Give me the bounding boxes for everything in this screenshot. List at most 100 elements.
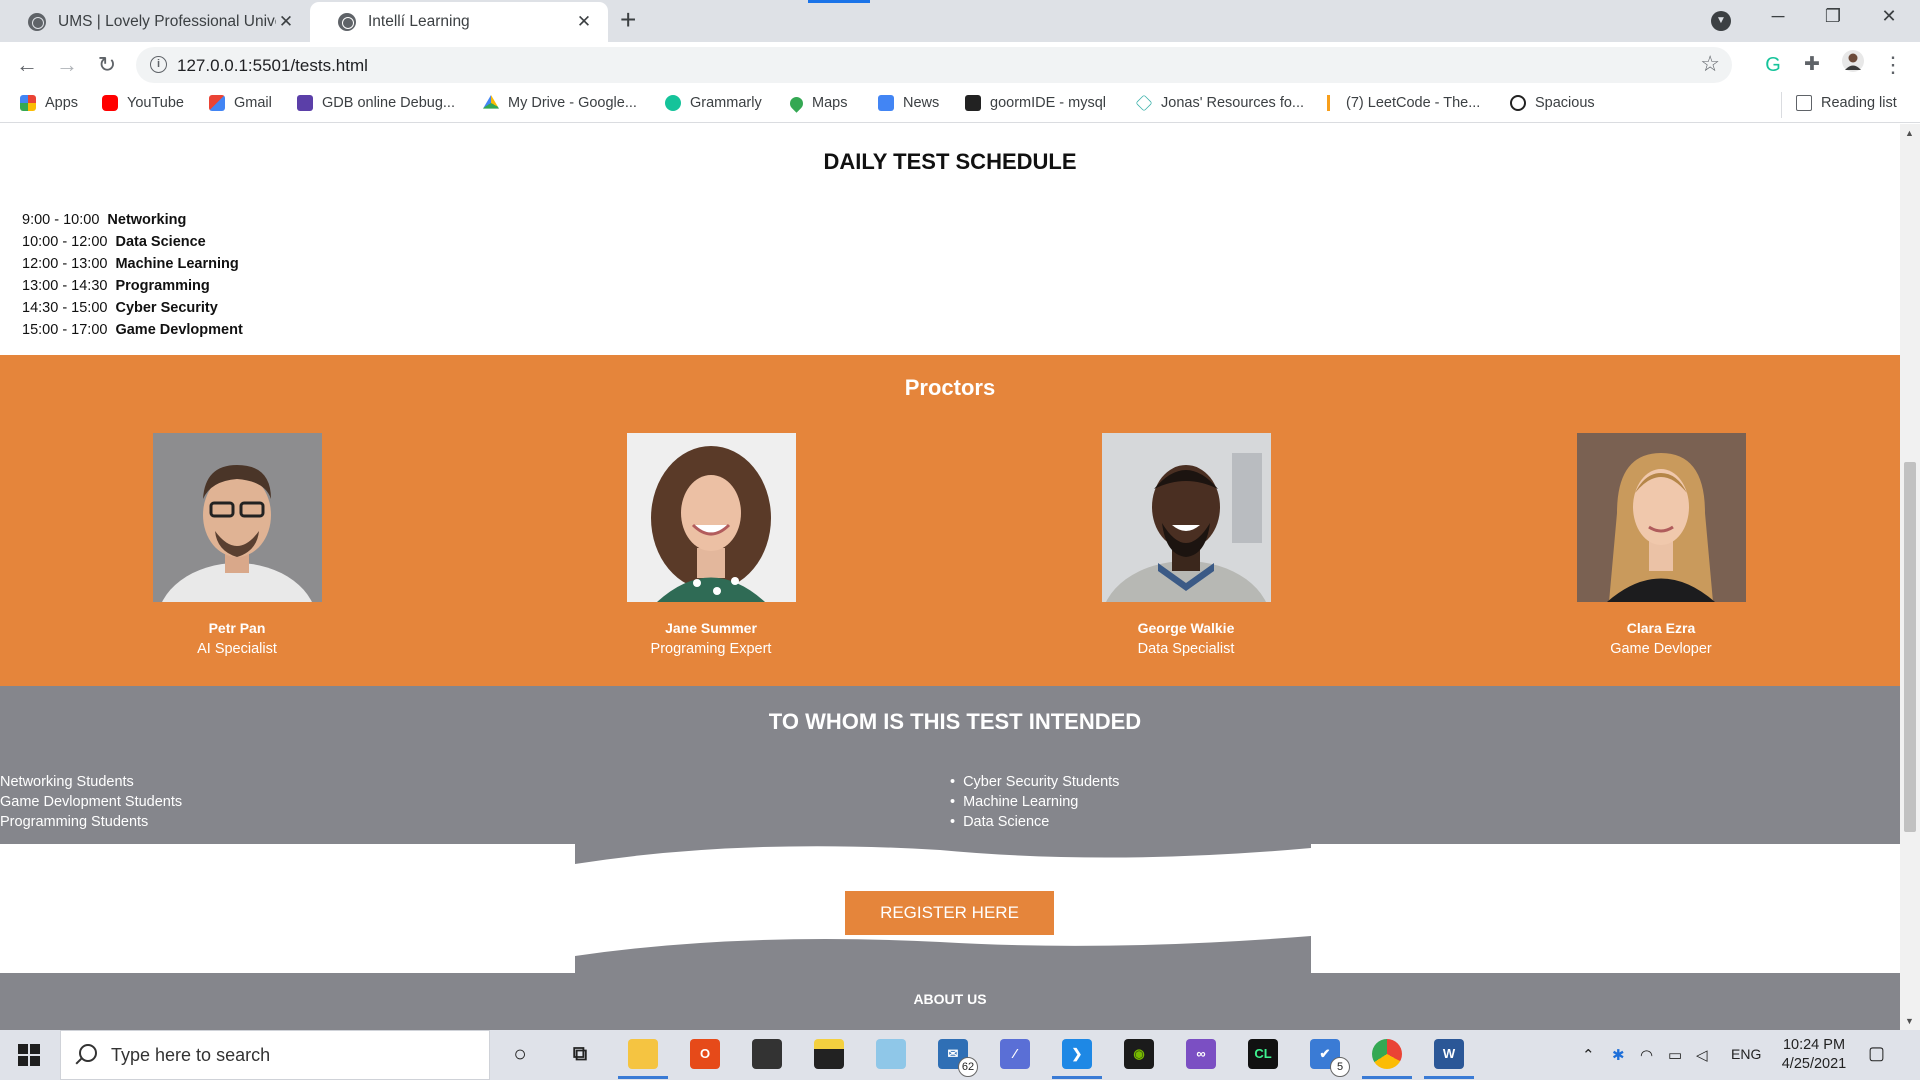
list-item: Networking Students xyxy=(0,774,134,790)
store-bag-icon[interactable] xyxy=(752,1039,782,1069)
clock-time: 10:24 PM xyxy=(1782,1037,1846,1053)
chrome-menu-icon[interactable]: ⋮ xyxy=(1878,50,1908,80)
proctor-card: Petr Pan AI Specialist xyxy=(137,433,337,657)
audience-section: TO WHOM IS THIS TEST INTENDED Networking… xyxy=(0,686,1900,844)
extensions-puzzle-icon[interactable]: ✚ xyxy=(1797,50,1827,80)
maximize-button[interactable]: ❐ xyxy=(1810,6,1856,27)
language-indicator[interactable]: ENG xyxy=(1731,1046,1761,1062)
proctor-name: George Walkie xyxy=(1137,620,1235,636)
vscode-icon[interactable]: ❯ xyxy=(1062,1039,1092,1069)
bookmark-leetcode[interactable]: (7) LeetCode - The... xyxy=(1327,95,1480,111)
volume-icon[interactable]: ◁ xyxy=(1696,1046,1708,1064)
proctor-role: Data Specialist xyxy=(1137,641,1235,657)
bookmark-my-drive[interactable]: My Drive - Google... xyxy=(483,95,637,111)
schedule-row: 10:00 - 12:00 Data Science xyxy=(22,234,206,250)
windows-start-icon[interactable] xyxy=(18,1044,40,1066)
globe-icon xyxy=(338,13,356,31)
bluetooth-icon[interactable]: ✱ xyxy=(1612,1046,1625,1064)
bookmark-gdb[interactable]: GDB online Debug... xyxy=(297,95,455,111)
schedule-row: 15:00 - 17:00 Game Devlopment xyxy=(22,322,243,338)
active-app-indicator xyxy=(618,1076,668,1079)
list-item: Game Devlopment Students xyxy=(0,794,183,810)
tab-intelli-learning[interactable]: Intellí Learning ✕ xyxy=(310,2,608,42)
tab-loading-indicator xyxy=(808,0,870,3)
scroll-down-arrow-icon[interactable]: ▼ xyxy=(1905,1016,1914,1026)
back-arrow-icon[interactable]: ← xyxy=(12,50,42,80)
goorm-icon xyxy=(965,95,981,111)
bookmark-jonas-resources[interactable]: Jonas' Resources fo... xyxy=(1135,94,1304,112)
globe-icon xyxy=(28,13,46,31)
system-clock[interactable]: 10:24 PM 4/25/2021 xyxy=(1774,1036,1854,1074)
clion-icon[interactable]: CL xyxy=(1248,1039,1278,1069)
proctor-photo xyxy=(1101,433,1271,602)
active-app-indicator xyxy=(1362,1076,1412,1079)
about-footer: ABOUT US xyxy=(0,973,1900,1030)
mail-badge: 62 xyxy=(958,1057,978,1077)
bookmark-gmail[interactable]: Gmail xyxy=(209,95,272,111)
schedule-row: 12:00 - 13:00 Machine Learning xyxy=(22,256,239,272)
battery-icon[interactable]: ▭ xyxy=(1668,1046,1682,1064)
register-section: REGISTER HERE xyxy=(0,844,1900,973)
grammarly-extension-icon[interactable]: G xyxy=(1758,50,1788,80)
proctor-card: Jane Summer Programing Expert xyxy=(611,433,811,657)
schedule-row: 9:00 - 10:00 Networking xyxy=(22,212,187,228)
tab-close-icon[interactable]: ✕ xyxy=(574,12,594,32)
file-explorer-icon[interactable] xyxy=(628,1039,658,1069)
address-bar[interactable]: i 127.0.0.1:5501/tests.html ☆ xyxy=(136,47,1732,83)
forward-arrow-icon[interactable]: → xyxy=(52,50,82,80)
proctor-name: Jane Summer xyxy=(665,620,757,636)
tab-title: Intellí Learning xyxy=(368,13,470,30)
list-item: Programming Students xyxy=(0,814,149,830)
paper-app-icon[interactable] xyxy=(876,1039,906,1069)
url-text[interactable]: 127.0.0.1:5501/tests.html xyxy=(177,56,368,76)
bookmark-apps[interactable]: Apps xyxy=(20,95,78,111)
site-info-icon[interactable]: i xyxy=(150,56,167,73)
scroll-up-arrow-icon[interactable]: ▲ xyxy=(1905,128,1914,138)
sticky-notes-icon[interactable] xyxy=(814,1039,844,1069)
reload-icon[interactable]: ↻ xyxy=(92,50,122,80)
proctors-heading: Proctors xyxy=(904,375,996,400)
reading-list-button[interactable]: Reading list xyxy=(1796,95,1897,111)
chrome-icon[interactable] xyxy=(1372,1039,1402,1069)
new-tab-button[interactable]: + xyxy=(620,6,636,34)
math-app-icon[interactable]: ⁄ xyxy=(1000,1039,1030,1069)
taskbar-search-box[interactable]: Type here to search xyxy=(60,1030,490,1080)
bookmark-star-icon[interactable]: ☆ xyxy=(1700,51,1720,77)
register-button[interactable]: REGISTER HERE xyxy=(845,891,1054,935)
cortana-circle-icon[interactable]: ○ xyxy=(505,1039,535,1069)
word-icon[interactable]: W xyxy=(1434,1039,1464,1069)
bookmark-youtube[interactable]: YouTube xyxy=(102,95,184,111)
audience-heading: TO WHOM IS THIS TEST INTENDED xyxy=(768,709,1142,734)
proctor-name: Petr Pan xyxy=(208,620,266,636)
bookmark-grammarly[interactable]: Grammarly xyxy=(665,95,762,111)
tab-close-icon[interactable]: ✕ xyxy=(276,12,296,32)
todo-badge: 5 xyxy=(1330,1057,1350,1077)
office-icon[interactable]: O xyxy=(690,1039,720,1069)
tab-search-icon[interactable]: ▼ xyxy=(1711,11,1731,31)
proctor-role: Game Devloper xyxy=(1610,641,1712,657)
nvidia-icon[interactable]: ◉ xyxy=(1124,1039,1154,1069)
bookmark-maps[interactable]: Maps xyxy=(787,93,847,113)
browser-toolbar: ← → ↻ i 127.0.0.1:5501/tests.html ☆ G ✚ … xyxy=(0,42,1920,88)
bookmark-spacious[interactable]: Spacious xyxy=(1510,95,1595,111)
close-window-button[interactable]: ✕ xyxy=(1866,6,1912,27)
audience-list-right: Cyber Security Students Machine Learning… xyxy=(950,772,1119,832)
schedule-heading: DAILY TEST SCHEDULE xyxy=(823,149,1077,174)
google-drive-icon xyxy=(483,95,499,109)
wifi-icon[interactable]: ◠ xyxy=(1640,1046,1653,1064)
task-view-icon[interactable]: ⧉ xyxy=(565,1039,595,1069)
list-item: Machine Learning xyxy=(950,792,1119,812)
bookmark-news[interactable]: News xyxy=(878,95,939,111)
bookmark-goormide[interactable]: goormIDE - mysql xyxy=(965,95,1106,111)
show-hidden-icons-chevron-icon[interactable]: ⌃ xyxy=(1582,1046,1595,1064)
notifications-icon[interactable]: ▢ xyxy=(1868,1043,1885,1064)
visual-studio-icon[interactable]: ∞ xyxy=(1186,1039,1216,1069)
search-icon xyxy=(79,1044,97,1062)
minimize-button[interactable]: ─ xyxy=(1755,6,1801,27)
scrollbar-thumb[interactable] xyxy=(1904,462,1916,832)
tab-ums[interactable]: UMS | Lovely Professional Univer ✕ xyxy=(0,2,310,42)
bookmarks-bar: Apps YouTube Gmail GDB online Debug... M… xyxy=(0,88,1920,123)
youtube-icon xyxy=(102,95,118,111)
page-scrollbar[interactable]: ▲ ▼ xyxy=(1900,124,1920,1030)
profile-avatar-icon[interactable] xyxy=(1838,50,1868,80)
